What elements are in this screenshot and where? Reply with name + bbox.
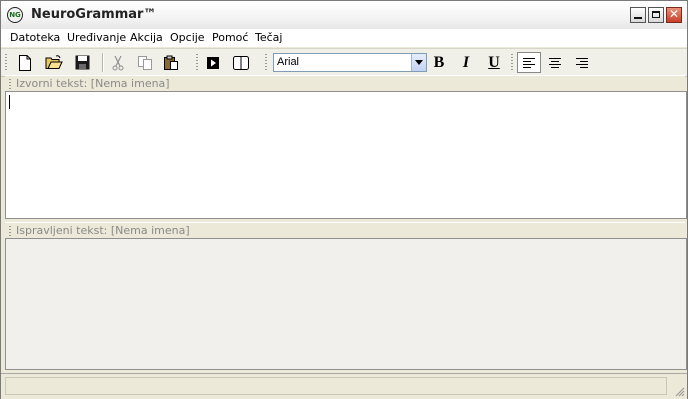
window-title: NeuroGrammar™ [31, 7, 157, 22]
run-check-button[interactable] [203, 53, 223, 72]
status-panel [5, 377, 667, 395]
toolbar-grip[interactable] [265, 54, 267, 71]
menu-datoteka[interactable]: Datoteka [10, 31, 60, 44]
font-select-value: Arial [277, 56, 300, 68]
bold-button[interactable]: B [429, 54, 449, 72]
status-bar [1, 373, 687, 399]
italic-button[interactable]: I [456, 54, 476, 72]
align-left-icon [523, 57, 535, 68]
cut-icon [112, 55, 124, 70]
minimize-button[interactable] [630, 7, 646, 23]
corrected-pane-title: Ispravljeni tekst: [Nema imena] [16, 224, 190, 237]
source-pane-header: Izvorni tekst: [Nema imena] [5, 75, 685, 91]
align-center-button[interactable] [545, 53, 565, 72]
split-view-icon [233, 55, 249, 70]
align-right-icon [576, 57, 588, 68]
source-text-editor[interactable] [5, 91, 687, 219]
split-view-button[interactable] [231, 53, 251, 72]
menu-tecaj[interactable]: Tečaj [255, 31, 282, 44]
font-select[interactable]: Arial [273, 53, 427, 72]
underline-button[interactable]: U [484, 54, 504, 72]
toolbar-separator [102, 53, 103, 72]
paste-icon [164, 55, 178, 70]
app-logo-text: NG [9, 11, 21, 19]
menu-uredivanje[interactable]: Uređivanje [67, 31, 126, 44]
menu-akcija[interactable]: Akcija [130, 31, 163, 44]
copy-icon [138, 55, 152, 70]
toolbar: Arial B I U [1, 48, 687, 77]
text-caret [9, 95, 10, 109]
menu-pomoc[interactable]: Pomoć [212, 31, 248, 44]
align-right-button[interactable] [572, 53, 592, 72]
chevron-down-icon[interactable] [411, 54, 426, 71]
corrected-pane-header: Ispravljeni tekst: [Nema imena] [5, 222, 685, 238]
open-folder-icon [45, 55, 63, 69]
save-button[interactable] [72, 53, 92, 72]
title-bar[interactable]: NG NeuroGrammar™ ✕ [1, 1, 687, 30]
close-button[interactable]: ✕ [666, 7, 682, 23]
paste-button[interactable] [161, 53, 181, 72]
toolbar-grip[interactable] [511, 54, 513, 71]
app-window: NG NeuroGrammar™ ✕ Datoteka Uređivanje A… [0, 0, 688, 399]
new-document-button[interactable] [15, 53, 35, 72]
run-check-icon [207, 56, 219, 69]
pane-grip [9, 226, 11, 236]
corrected-text-editor[interactable] [5, 238, 687, 370]
menu-opcije[interactable]: Opcije [170, 31, 205, 44]
menu-bar: Datoteka Uređivanje Akcija Opcije Pomoć … [1, 29, 687, 47]
cut-button[interactable] [108, 53, 128, 72]
new-document-icon [19, 54, 31, 71]
align-center-icon [549, 57, 561, 68]
align-left-button-icon-holder[interactable] [519, 53, 539, 72]
pane-grip [9, 79, 11, 89]
resize-grip-icon[interactable] [673, 385, 685, 397]
app-logo-icon[interactable]: NG [7, 7, 23, 23]
maximize-button[interactable] [648, 7, 664, 23]
toolbar-grip[interactable] [196, 54, 198, 71]
source-pane-title: Izvorni tekst: [Nema imena] [16, 77, 170, 90]
copy-button[interactable] [135, 53, 155, 72]
save-icon [75, 55, 89, 70]
open-button[interactable] [44, 53, 64, 72]
close-icon: ✕ [668, 7, 680, 21]
toolbar-grip[interactable] [5, 54, 7, 71]
